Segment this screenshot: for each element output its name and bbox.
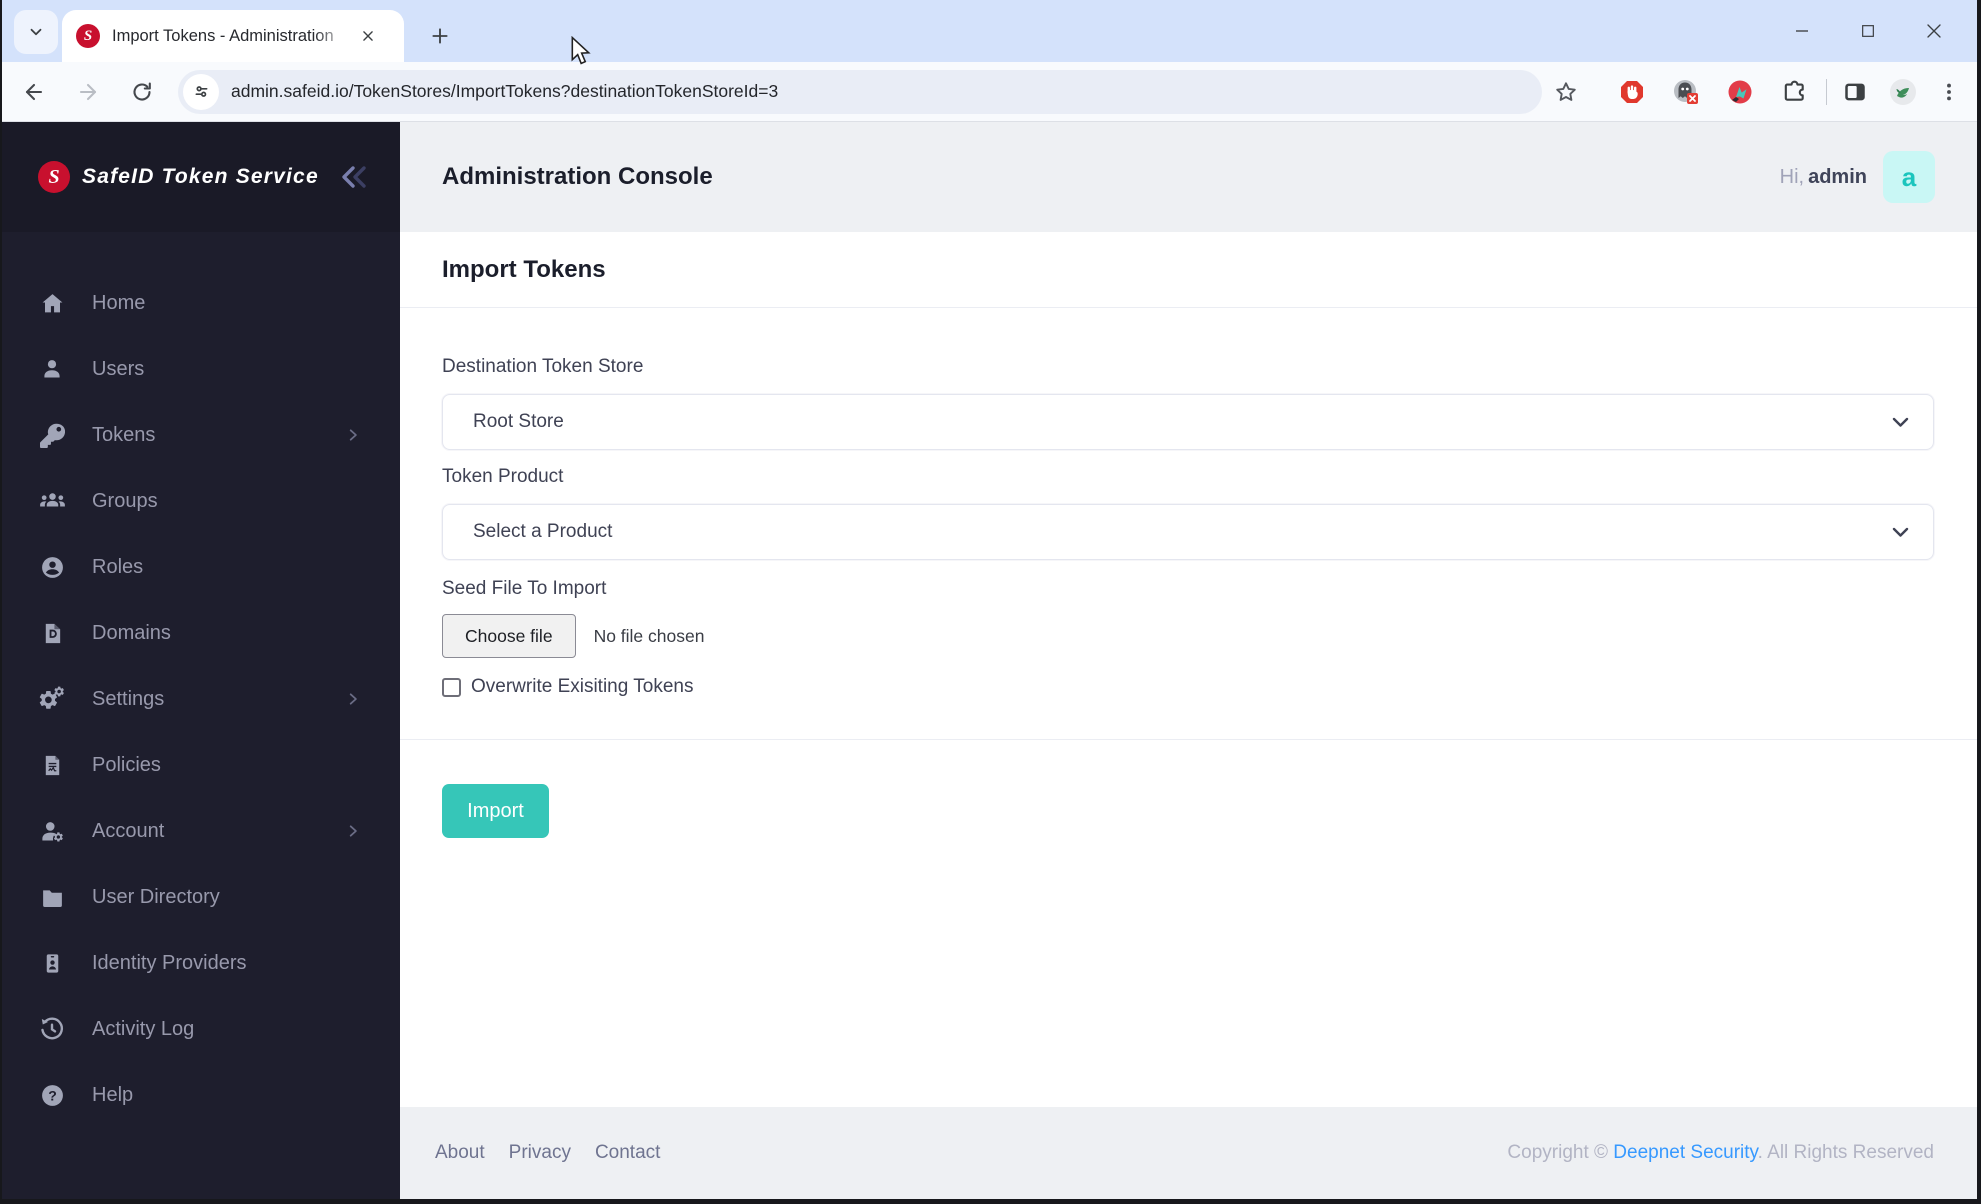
window-controls xyxy=(1769,0,1967,62)
overwrite-label: Overwrite Exisiting Tokens xyxy=(471,676,694,697)
side-panel-icon[interactable] xyxy=(1835,72,1875,112)
groups-icon xyxy=(38,487,66,515)
sidebar-item-help[interactable]: ? Help xyxy=(2,1062,400,1128)
bookmark-star-icon[interactable] xyxy=(1546,72,1586,112)
red-teal-extension-icon[interactable] xyxy=(1720,72,1760,112)
chevron-right-icon xyxy=(346,824,360,838)
back-button[interactable] xyxy=(12,70,56,114)
account-gear-icon xyxy=(38,817,66,845)
user-icon xyxy=(38,355,66,383)
sidebar-item-domains[interactable]: Domains xyxy=(2,600,400,666)
sidebar-item-identity-providers[interactable]: Identity Providers xyxy=(2,930,400,996)
brand-row: S SafeID Token Service xyxy=(2,122,400,232)
destination-store-label: Destination Token Store xyxy=(442,356,644,377)
url-bar[interactable]: admin.safeid.io/TokenStores/ImportTokens… xyxy=(178,69,1542,114)
import-button[interactable]: Import xyxy=(442,784,549,838)
overwrite-checkbox-row[interactable]: Overwrite Exisiting Tokens xyxy=(442,674,693,700)
key-icon xyxy=(38,421,66,449)
safeid-logo-icon: S xyxy=(38,161,70,193)
chevron-right-icon xyxy=(346,692,360,706)
brand-title: SafeID Token Service xyxy=(82,165,319,188)
adblock-extension-icon[interactable] xyxy=(1612,72,1652,112)
sidebar-item-groups[interactable]: Groups xyxy=(2,468,400,534)
svg-text:?: ? xyxy=(48,1087,57,1103)
username: admin xyxy=(1808,165,1867,188)
no-file-chosen-text: No file chosen xyxy=(593,625,705,646)
browser-toolbar: admin.safeid.io/TokenStores/ImportTokens… xyxy=(2,62,1977,122)
double-chevron-left-icon xyxy=(342,166,366,188)
profile-avatar-icon[interactable] xyxy=(1883,72,1923,112)
extensions-puzzle-icon[interactable] xyxy=(1774,72,1814,112)
sidebar-item-policies[interactable]: Policies xyxy=(2,732,400,798)
sidebar-collapse-button[interactable] xyxy=(338,164,372,190)
role-icon xyxy=(38,553,66,581)
mouse-cursor xyxy=(571,36,591,65)
sidebar-item-users[interactable]: Users xyxy=(2,336,400,402)
tab-title: Import Tokens - Administration xyxy=(112,26,334,45)
chevron-right-icon xyxy=(346,428,360,442)
token-product-select[interactable]: Select a Product xyxy=(442,504,1934,560)
privacy-extension-icon[interactable] xyxy=(1666,72,1706,112)
tab-search-button[interactable] xyxy=(14,10,58,54)
page-title: Import Tokens xyxy=(442,255,606,283)
seed-file-label: Seed File To Import xyxy=(442,578,607,599)
plus-icon xyxy=(432,28,448,44)
main-content: Administration Console Hi, admin a Import… xyxy=(400,122,1977,1199)
id-card-icon xyxy=(38,949,66,977)
sidebar-item-tokens[interactable]: Tokens xyxy=(2,402,400,468)
token-product-label: Token Product xyxy=(442,466,564,487)
history-icon xyxy=(38,1015,66,1043)
sidebar-item-roles[interactable]: Roles xyxy=(2,534,400,600)
sidebar-item-activity-log[interactable]: Activity Log xyxy=(2,996,400,1062)
overwrite-checkbox[interactable] xyxy=(442,677,461,697)
sidebar-item-settings[interactable]: Settings xyxy=(2,666,400,732)
user-greeting: Hi, admin xyxy=(1779,165,1867,188)
home-icon xyxy=(38,289,66,317)
gears-icon xyxy=(38,685,66,713)
deepnet-security-link[interactable]: Deepnet Security xyxy=(1613,1142,1757,1163)
sidebar: S SafeID Token Service Home Users Tokens… xyxy=(2,122,400,1199)
maximize-button[interactable] xyxy=(1835,0,1901,62)
minimize-button[interactable] xyxy=(1769,0,1835,62)
close-window-button[interactable] xyxy=(1901,0,1967,62)
policy-icon xyxy=(38,751,66,779)
domain-icon xyxy=(38,619,66,647)
seed-file-input[interactable]: Choose file No file chosen xyxy=(442,614,704,658)
console-title: Administration Console xyxy=(442,163,713,190)
folder-icon xyxy=(38,883,66,911)
browser-tab[interactable]: S Import Tokens - Administration xyxy=(62,10,404,62)
new-tab-button[interactable] xyxy=(420,16,460,56)
choose-file-button[interactable]: Choose file xyxy=(442,614,576,658)
reload-button[interactable] xyxy=(120,70,164,114)
help-icon: ? xyxy=(38,1081,66,1109)
form-divider xyxy=(400,739,1977,740)
sidebar-item-user-directory[interactable]: User Directory xyxy=(2,864,400,930)
browser-titlebar: S Import Tokens - Administration xyxy=(2,0,1977,65)
safeid-favicon-icon: S xyxy=(76,24,100,48)
browser-window: S Import Tokens - Administration admin.s… xyxy=(0,0,1981,1204)
sidebar-item-home[interactable]: Home xyxy=(2,270,400,336)
copyright-text: Copyright © Deepnet Security. All Rights… xyxy=(1507,1142,1934,1163)
destination-store-select[interactable]: Root Store xyxy=(442,394,1934,450)
sidebar-nav: Home Users Tokens Groups Roles Domains S… xyxy=(2,270,400,1128)
tab-close-icon[interactable] xyxy=(356,24,380,48)
toolbar-divider xyxy=(1826,78,1827,105)
forward-button[interactable] xyxy=(66,70,110,114)
app-root: S SafeID Token Service Home Users Tokens… xyxy=(2,122,1977,1199)
footer-link-contact[interactable]: Contact xyxy=(595,1142,660,1164)
footer-link-privacy[interactable]: Privacy xyxy=(509,1142,571,1164)
console-header: Administration Console Hi, admin a xyxy=(400,122,1977,232)
footer-link-about[interactable]: About xyxy=(435,1142,485,1164)
page-head: Import Tokens xyxy=(400,232,1977,308)
chevron-down-icon xyxy=(30,28,42,36)
url-text[interactable]: admin.safeid.io/TokenStores/ImportTokens… xyxy=(231,81,778,102)
select-chevron-icon xyxy=(1892,527,1909,538)
footer: About Privacy Contact Copyright © Deepne… xyxy=(400,1107,1977,1199)
select-chevron-icon xyxy=(1892,417,1909,428)
site-settings-icon[interactable] xyxy=(183,73,219,110)
user-avatar[interactable]: a xyxy=(1883,151,1935,203)
browser-menu-icon[interactable] xyxy=(1929,72,1969,112)
sidebar-item-account[interactable]: Account xyxy=(2,798,400,864)
